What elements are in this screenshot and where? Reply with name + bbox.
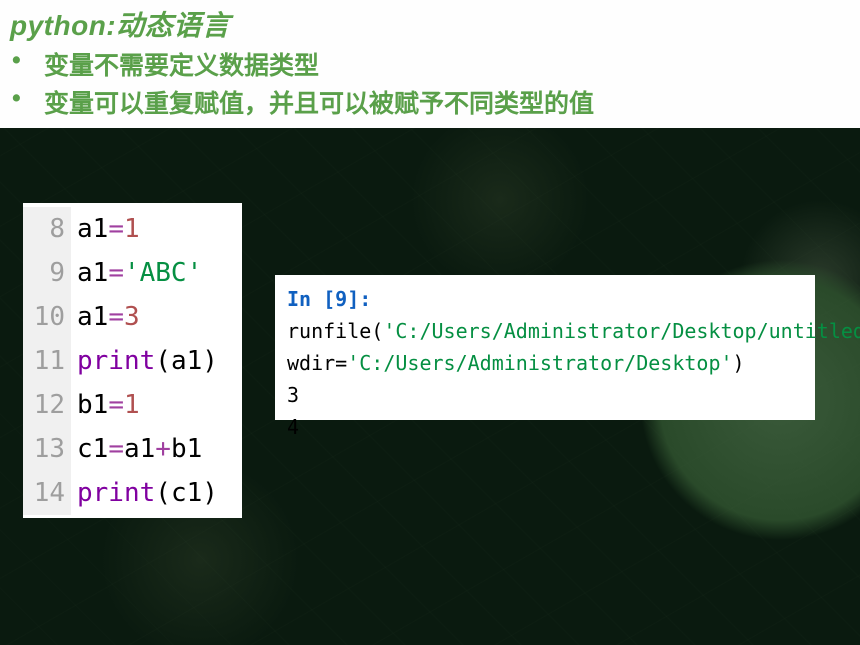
token-op: =	[108, 258, 124, 288]
code-line: 10a1=3	[23, 295, 242, 339]
token-paren: )	[202, 478, 218, 508]
title-suffix: 动态语言	[116, 10, 230, 41]
token-id: b1	[77, 390, 108, 420]
token-paren: (	[155, 346, 171, 376]
console-runcmd: runfile(	[287, 319, 383, 343]
line-number: 12	[23, 383, 71, 427]
code-content: a1='ABC'	[71, 251, 202, 295]
console-output-panel: In [9]: runfile( 'C:/Users/Administrator/…	[275, 275, 815, 420]
console-prompt: In [9]:	[287, 287, 371, 311]
token-op: =	[108, 434, 124, 464]
token-paren: (	[155, 478, 171, 508]
code-content: b1=1	[71, 383, 140, 427]
code-editor-panel: 8a1=19a1='ABC'10a1=311print(a1)12b1=113c…	[23, 203, 242, 518]
code-line: 13c1=a1+b1	[23, 427, 242, 471]
bullet-marker: •	[12, 84, 44, 113]
token-id: c1	[171, 478, 202, 508]
console-output: 3	[287, 379, 803, 411]
code-line: 9a1='ABC'	[23, 251, 242, 295]
code-content: print(c1)	[71, 471, 218, 515]
bullet-text: 变量不需要定义数据类型	[44, 52, 319, 80]
bullet-text: 变量可以重复赋值，并且可以被赋予不同类型的值	[44, 90, 594, 118]
console-arg1: 'C:/Users/Administrator/Desktop/untitled…	[383, 319, 860, 343]
bullet-item: •变量可以重复赋值，并且可以被赋予不同类型的值	[10, 84, 850, 120]
title-prefix: python:	[10, 10, 116, 41]
line-number: 11	[23, 339, 71, 383]
console-kwarg: wdir=	[287, 351, 347, 375]
token-id: a1	[124, 434, 155, 464]
console-arg2: 'C:/Users/Administrator/Desktop'	[347, 351, 732, 375]
code-content: print(a1)	[71, 339, 218, 383]
token-op: =	[108, 302, 124, 332]
console-line: wdir='C:/Users/Administrator/Desktop')	[287, 347, 803, 379]
token-fn: print	[77, 346, 155, 376]
token-id: c1	[77, 434, 108, 464]
token-op: +	[155, 434, 171, 464]
code-line: 14print(c1)	[23, 471, 242, 515]
code-content: a1=3	[71, 295, 140, 339]
token-fn: print	[77, 478, 155, 508]
token-id: b1	[171, 434, 202, 464]
line-number: 13	[23, 427, 71, 471]
code-content: c1=a1+b1	[71, 427, 202, 471]
code-line: 12b1=1	[23, 383, 242, 427]
token-id: a1	[77, 258, 108, 288]
bullet-marker: •	[12, 46, 44, 75]
bullet-item: •变量不需要定义数据类型	[10, 46, 850, 82]
token-id: a1	[77, 214, 108, 244]
line-number: 10	[23, 295, 71, 339]
code-line: 11print(a1)	[23, 339, 242, 383]
console-line: In [9]: runfile('C:/Users/Administrator/…	[287, 283, 803, 347]
code-line: 8a1=1	[23, 207, 242, 251]
token-num: 1	[124, 390, 140, 420]
token-op: =	[108, 390, 124, 420]
token-paren: )	[202, 346, 218, 376]
line-number: 9	[23, 251, 71, 295]
token-num: 3	[124, 302, 140, 332]
slide-header: python:动态语言 •变量不需要定义数据类型 •变量可以重复赋值，并且可以被…	[0, 0, 860, 128]
console-close: )	[733, 351, 745, 375]
token-str: 'ABC'	[124, 258, 202, 288]
token-id: a1	[171, 346, 202, 376]
token-id: a1	[77, 302, 108, 332]
slide-title: python:动态语言	[10, 4, 850, 44]
token-num: 1	[124, 214, 140, 244]
line-number: 14	[23, 471, 71, 515]
console-output: 4	[287, 411, 803, 443]
line-number: 8	[23, 207, 71, 251]
token-op: =	[108, 214, 124, 244]
code-content: a1=1	[71, 207, 140, 251]
